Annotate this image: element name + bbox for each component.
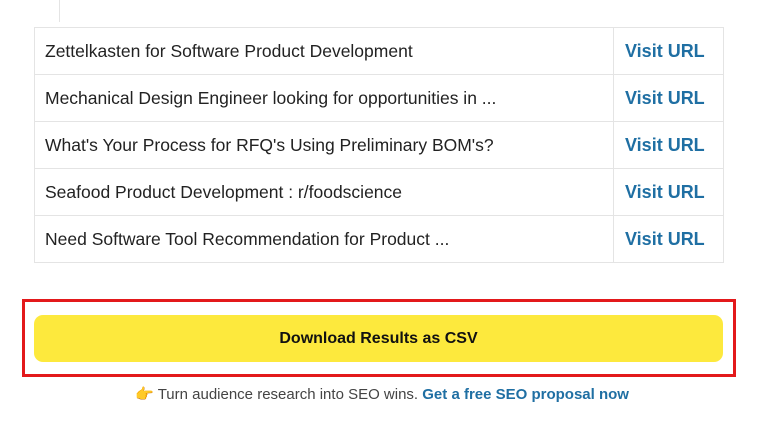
result-title: Mechanical Design Engineer looking for o… (34, 74, 614, 122)
result-title: Seafood Product Development : r/foodscie… (34, 168, 614, 216)
seo-proposal-link[interactable]: Get a free SEO proposal now (422, 386, 629, 403)
visit-url-link[interactable]: Visit URL (625, 88, 705, 108)
result-title: Need Software Tool Recommendation for Pr… (34, 215, 614, 263)
visit-url-link[interactable]: Visit URL (625, 229, 705, 249)
download-csv-button[interactable]: Download Results as CSV (34, 315, 723, 362)
result-title: What's Your Process for RFQ's Using Prel… (34, 121, 614, 169)
table-row: What's Your Process for RFQ's Using Prel… (34, 121, 724, 169)
visit-url-link[interactable]: Visit URL (625, 135, 705, 155)
divider (59, 0, 60, 22)
table-row: Need Software Tool Recommendation for Pr… (34, 215, 724, 263)
results-table: Zettelkasten for Software Product Develo… (34, 27, 724, 263)
table-row: Zettelkasten for Software Product Develo… (34, 27, 724, 75)
visit-url-link[interactable]: Visit URL (625, 182, 705, 202)
result-title: Zettelkasten for Software Product Develo… (34, 27, 614, 75)
pointing-hand-icon: 👉 (135, 386, 154, 403)
table-row: Seafood Product Development : r/foodscie… (34, 168, 724, 216)
promo-line: 👉 Turn audience research into SEO wins. G… (0, 385, 764, 403)
table-row: Mechanical Design Engineer looking for o… (34, 74, 724, 122)
visit-url-link[interactable]: Visit URL (625, 41, 705, 61)
promo-text: Turn audience research into SEO wins. (157, 386, 419, 403)
